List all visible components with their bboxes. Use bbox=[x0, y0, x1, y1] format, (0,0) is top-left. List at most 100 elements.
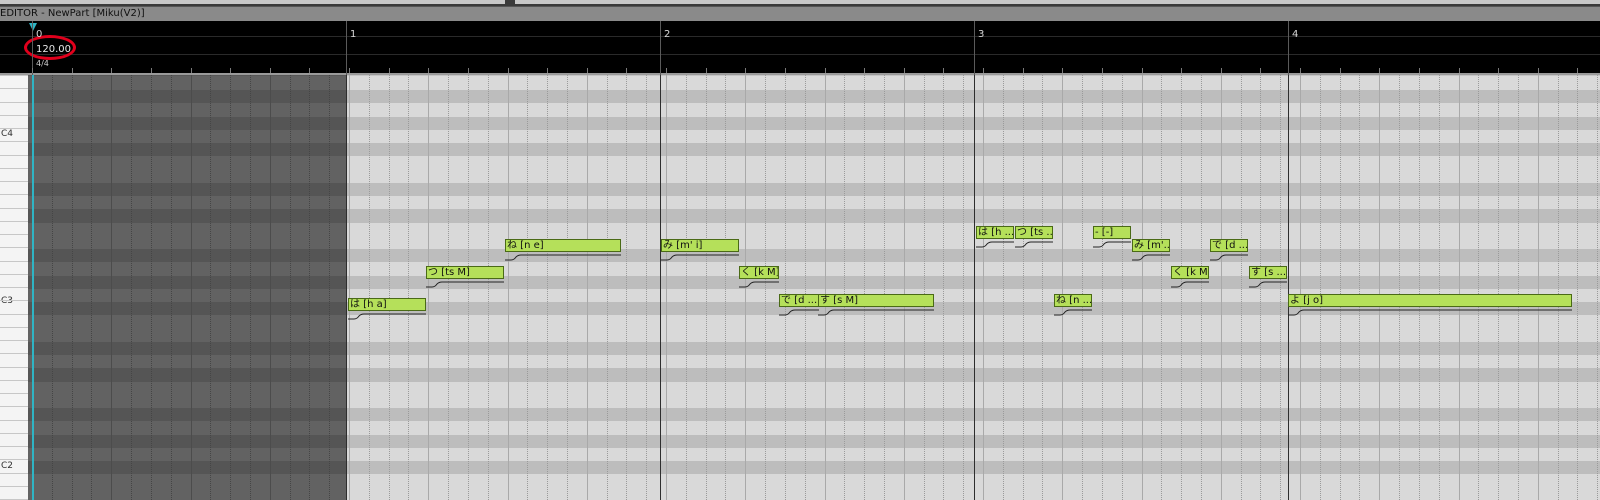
sub-beat-line bbox=[844, 75, 846, 500]
sub-beat-line bbox=[1042, 75, 1044, 500]
note-block[interactable]: み [m'... bbox=[1132, 239, 1170, 252]
sub-beat-line bbox=[1122, 75, 1124, 500]
key-divider bbox=[0, 115, 28, 116]
key-divider bbox=[0, 486, 28, 487]
pitch-envelope-icon bbox=[348, 313, 426, 320]
measure-number: 0 bbox=[36, 29, 43, 40]
note-lyric: は [h ... bbox=[978, 227, 1014, 238]
note-block[interactable]: す [s M] bbox=[818, 294, 934, 307]
sub-beat-line bbox=[805, 75, 807, 500]
key-divider bbox=[0, 88, 28, 89]
key-divider bbox=[0, 208, 28, 209]
piano-keyboard[interactable]: C4 C3 C2 bbox=[0, 75, 29, 500]
pitch-envelope-icon bbox=[1054, 309, 1092, 316]
pitch-envelope-icon bbox=[779, 309, 819, 316]
ruler-divider bbox=[0, 36, 1600, 37]
beat-tick bbox=[1340, 68, 1341, 73]
note-block[interactable]: - [-] bbox=[1093, 226, 1131, 239]
note-block[interactable]: く [k M] bbox=[1171, 266, 1209, 279]
note-block[interactable]: す [s ... bbox=[1249, 266, 1287, 279]
sub-beat-line bbox=[1478, 75, 1480, 500]
key-divider bbox=[0, 234, 28, 235]
note-grid[interactable]: は [h a] つ [ts M] ね [n e] み [m' i] く [k M] で [… bbox=[28, 75, 1600, 500]
sub-beat-line bbox=[1320, 75, 1322, 500]
sub-beat-line bbox=[1577, 75, 1579, 500]
beat-line bbox=[983, 75, 984, 500]
beat-tick bbox=[309, 68, 310, 73]
note-block[interactable]: み [m' i] bbox=[661, 239, 739, 252]
beat-tick bbox=[1459, 68, 1460, 73]
key-divider bbox=[0, 433, 28, 434]
note-block[interactable]: は [h a] bbox=[348, 298, 426, 311]
sub-beat-line bbox=[1439, 75, 1441, 500]
note-lyric: - [-] bbox=[1095, 227, 1114, 238]
measure-line bbox=[1288, 21, 1289, 75]
sub-beat-line bbox=[646, 75, 648, 500]
pitch-envelope-icon bbox=[1210, 254, 1248, 261]
beat-tick bbox=[1221, 68, 1222, 73]
note-block[interactable]: は [h ... bbox=[976, 226, 1014, 239]
beat-line bbox=[1538, 75, 1539, 500]
sub-beat-line bbox=[785, 75, 787, 500]
key-divider bbox=[0, 128, 28, 129]
pitch-envelope-icon bbox=[661, 254, 739, 261]
key-divider bbox=[0, 380, 28, 381]
note-block[interactable]: つ [ts M] bbox=[426, 266, 504, 279]
timeline-ruler[interactable]: 120.00 4/4 01234 bbox=[0, 21, 1600, 75]
note-lyric: は [h a] bbox=[350, 299, 387, 310]
note-lyric: よ [j o] bbox=[1290, 295, 1324, 306]
note-block[interactable]: で [d ... bbox=[779, 294, 819, 307]
key-divider bbox=[0, 353, 28, 354]
note-lyric: つ [ts ... bbox=[1017, 227, 1053, 238]
sub-beat-line bbox=[567, 75, 569, 500]
note-block[interactable]: で [d ... bbox=[1210, 239, 1248, 252]
beat-line bbox=[1459, 75, 1460, 500]
sub-beat-line bbox=[626, 75, 628, 500]
beat-tick bbox=[706, 68, 707, 73]
key-divider bbox=[0, 274, 28, 275]
beat-tick bbox=[666, 68, 667, 73]
sub-beat-line bbox=[1102, 75, 1104, 500]
note-block[interactable]: く [k M] bbox=[739, 266, 779, 279]
sub-beat-line bbox=[1241, 75, 1243, 500]
sub-beat-line bbox=[884, 75, 886, 500]
sub-beat-line bbox=[1399, 75, 1401, 500]
sub-beat-line bbox=[725, 75, 727, 500]
sub-beat-line bbox=[924, 75, 926, 500]
beat-tick bbox=[72, 68, 73, 73]
time-signature[interactable]: 4/4 bbox=[36, 59, 49, 68]
beat-line bbox=[1142, 75, 1143, 500]
beat-tick bbox=[983, 68, 984, 73]
key-divider bbox=[0, 168, 28, 169]
pre-roll-shade bbox=[28, 75, 346, 500]
sub-beat-line bbox=[1518, 75, 1520, 500]
beat-tick bbox=[111, 68, 112, 73]
bar-line bbox=[1288, 75, 1289, 500]
beat-line bbox=[1221, 75, 1222, 500]
beat-tick bbox=[547, 68, 548, 73]
beat-tick bbox=[1102, 68, 1103, 73]
pitch-envelope-icon bbox=[1171, 281, 1209, 288]
key-divider bbox=[0, 340, 28, 341]
beat-tick bbox=[1142, 68, 1143, 73]
note-lyric: み [m' i] bbox=[663, 240, 703, 251]
sub-beat-line bbox=[1597, 75, 1599, 500]
playhead-line[interactable] bbox=[32, 75, 34, 500]
note-lyric: ね [n e] bbox=[507, 240, 544, 251]
note-block[interactable]: ね [n ... bbox=[1054, 294, 1092, 307]
note-lyric: ね [n ... bbox=[1056, 295, 1092, 306]
beat-tick bbox=[1577, 68, 1578, 73]
note-block[interactable]: つ [ts ... bbox=[1015, 226, 1053, 239]
top-strip-segment bbox=[0, 0, 505, 4]
beat-line bbox=[1300, 75, 1301, 500]
key-divider bbox=[0, 420, 28, 421]
beat-tick bbox=[230, 68, 231, 73]
beat-line bbox=[666, 75, 667, 500]
note-block[interactable]: よ [j o] bbox=[1288, 294, 1572, 307]
beat-tick bbox=[1498, 68, 1499, 73]
pitch-envelope-icon bbox=[739, 281, 779, 288]
measure-line bbox=[974, 21, 975, 75]
beat-line bbox=[1379, 75, 1380, 500]
note-lyric: す [s ... bbox=[1251, 267, 1287, 278]
note-block[interactable]: ね [n e] bbox=[505, 239, 621, 252]
